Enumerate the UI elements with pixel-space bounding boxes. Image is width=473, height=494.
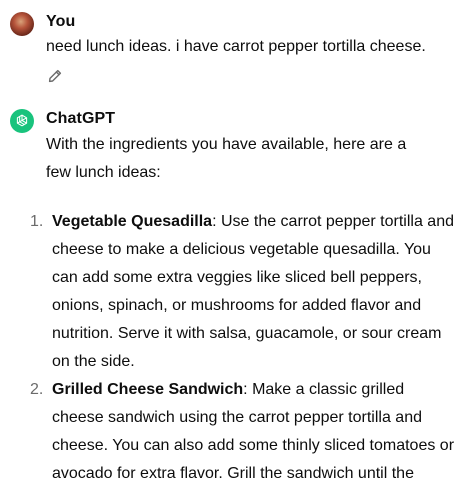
user-avatar <box>10 12 34 36</box>
lunch-ideas-list: 1. Vegetable Quesadilla: Use the carrot p… <box>0 208 473 494</box>
list-item: 1. Vegetable Quesadilla: Use the carrot p… <box>0 208 473 376</box>
user-author-name: You <box>46 13 76 30</box>
list-item-number: 2. <box>30 381 44 398</box>
assistant-author-name: ChatGPT <box>46 110 116 127</box>
list-item-body: : Use the carrot pepper tortilla and che… <box>52 213 454 370</box>
user-message-text: need lunch ideas. i have carrot pepper t… <box>46 38 426 55</box>
list-item-title: Vegetable Quesadilla <box>52 213 213 230</box>
assistant-intro-text: With the ingredients you have available,… <box>46 136 407 181</box>
chatgpt-logo-icon <box>10 109 34 133</box>
pencil-icon[interactable] <box>47 68 63 84</box>
list-item-title: Grilled Cheese Sandwich <box>52 381 244 398</box>
list-item: 2. Grilled Cheese Sandwich: Make a classi… <box>0 376 473 494</box>
list-item-number: 1. <box>30 213 44 230</box>
